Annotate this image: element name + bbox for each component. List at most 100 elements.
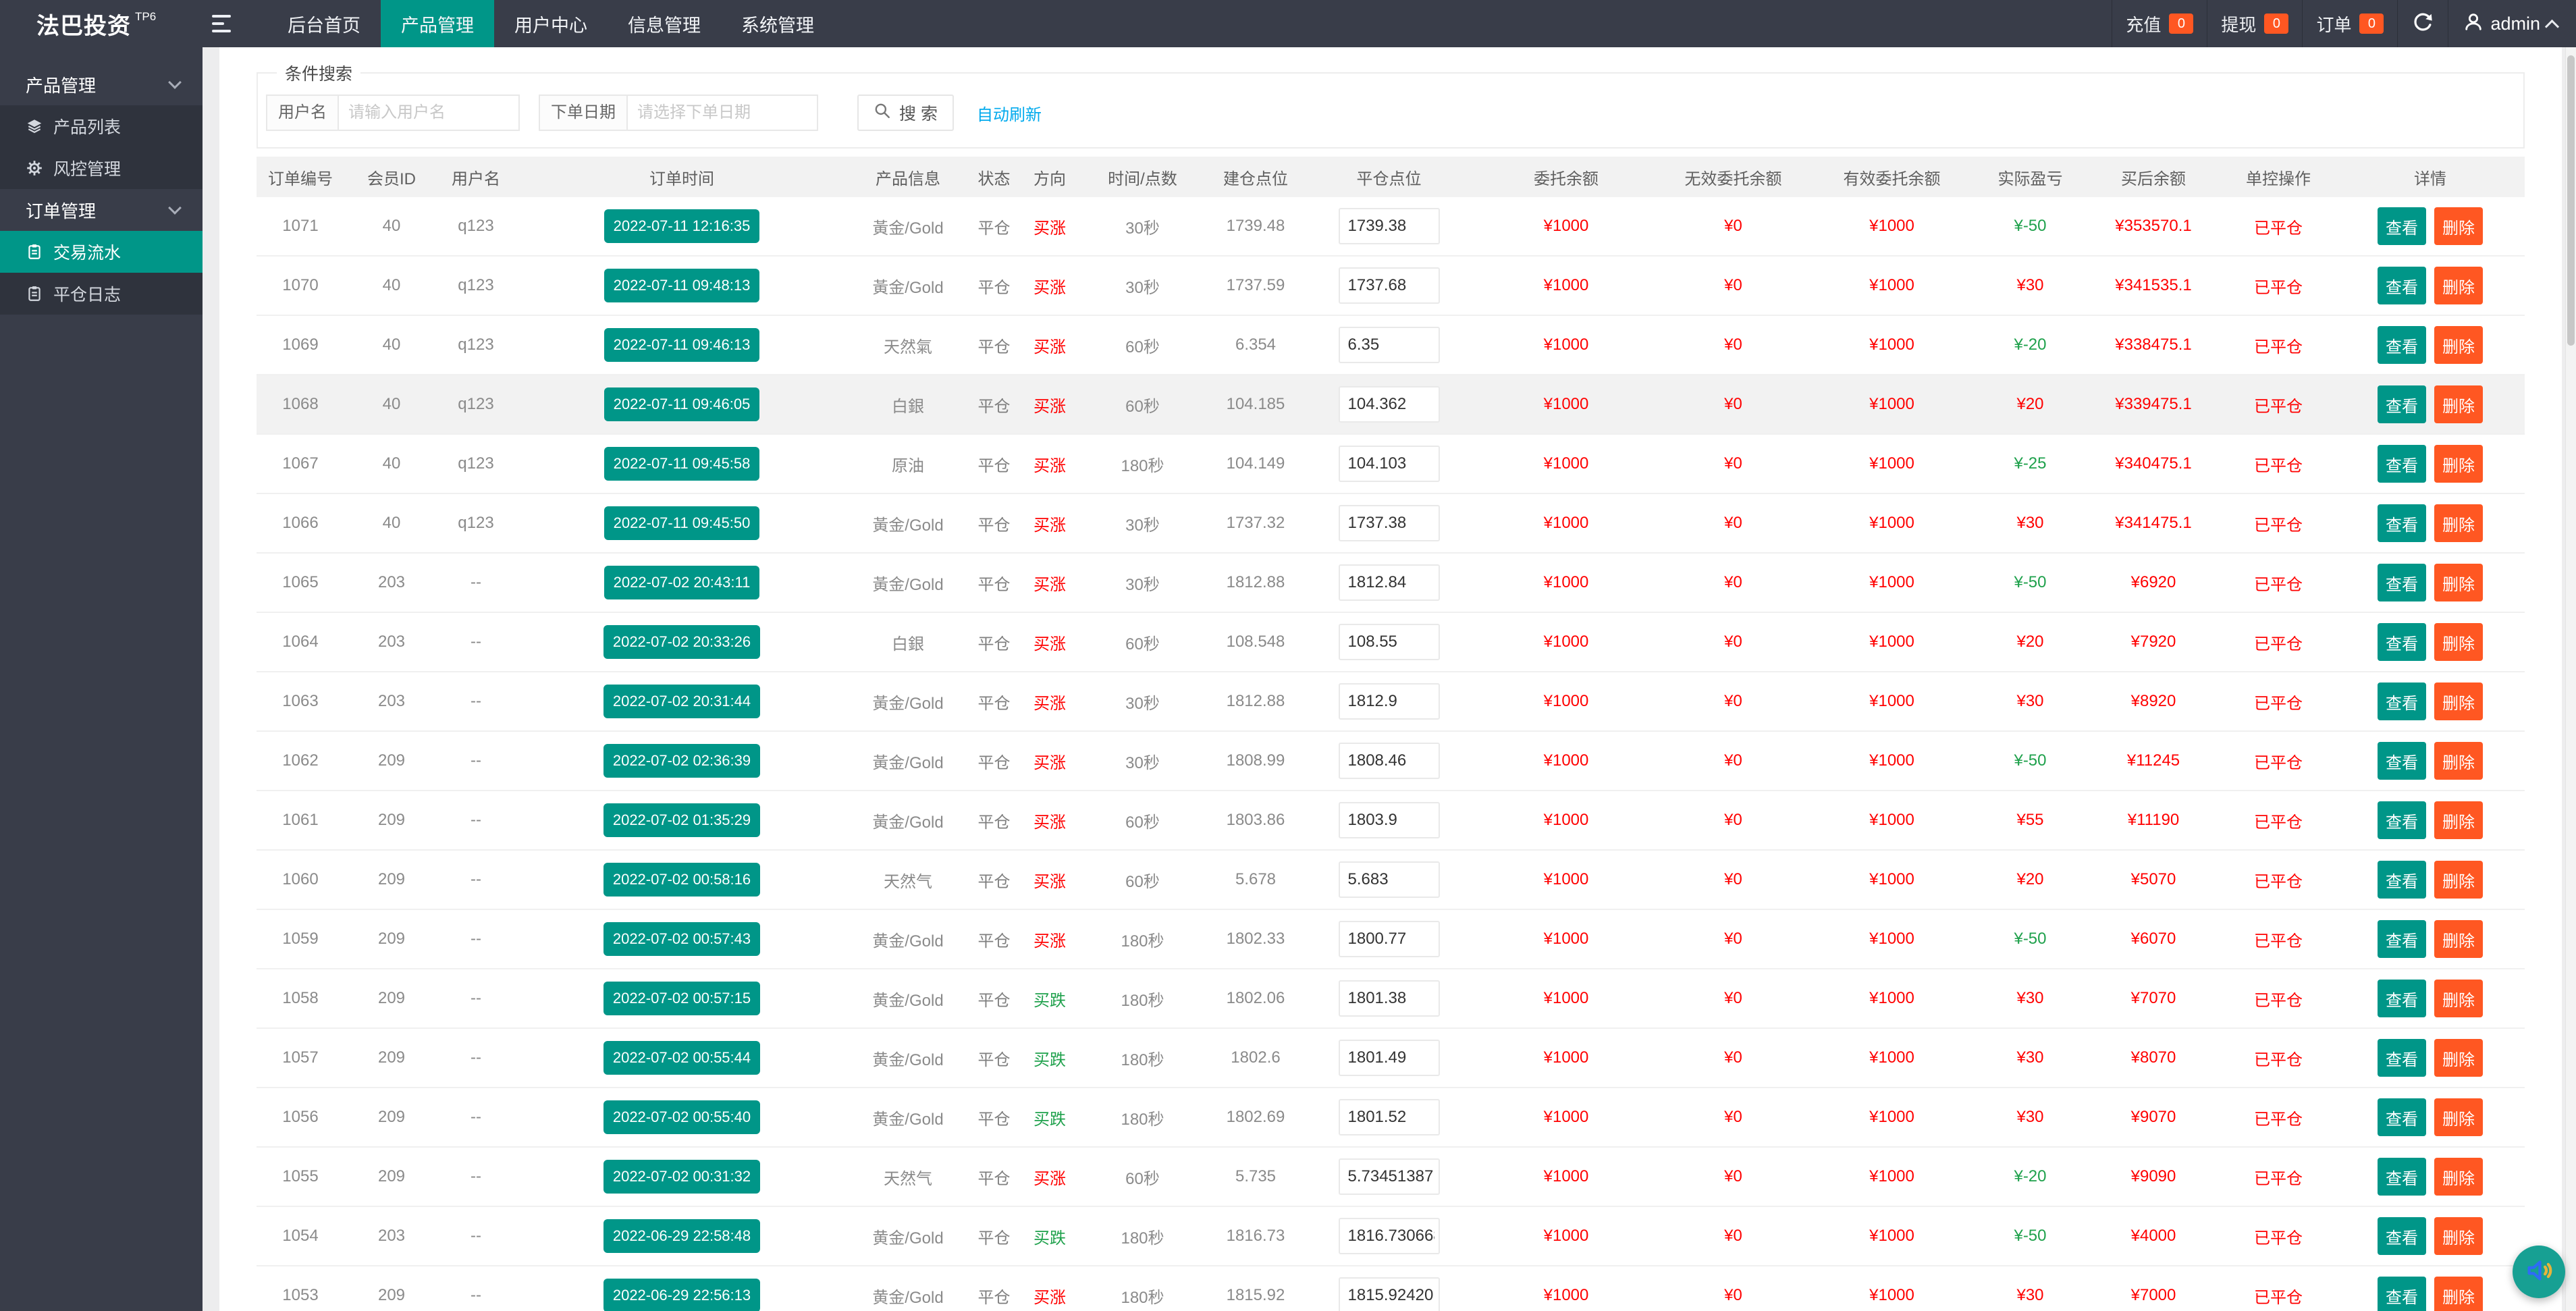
table-row: 1068 40 q123 2022-07-11 09:46:05 白銀 平仓 买… bbox=[257, 375, 2525, 435]
close-point-input[interactable] bbox=[1339, 624, 1440, 660]
view-button[interactable]: 查看 bbox=[2378, 1277, 2426, 1311]
delete-button[interactable]: 删除 bbox=[2434, 683, 2483, 720]
sidebar-item[interactable]: 交易流水 bbox=[0, 231, 203, 273]
actual-profit: ¥-50 bbox=[1975, 751, 2086, 770]
actual-profit: ¥55 bbox=[1975, 811, 2086, 830]
delete-button[interactable]: 删除 bbox=[2434, 980, 2483, 1017]
view-button[interactable]: 查看 bbox=[2378, 683, 2426, 720]
valid-entrust-balance: ¥1000 bbox=[1809, 454, 1975, 473]
delete-button[interactable]: 删除 bbox=[2434, 861, 2483, 899]
table-row: 1064 203 -- 2022-07-02 20:33:26 白銀 平仓 买涨… bbox=[257, 613, 2525, 672]
view-button[interactable]: 查看 bbox=[2378, 1098, 2426, 1136]
delete-button[interactable]: 删除 bbox=[2434, 1098, 2483, 1136]
close-point-input[interactable] bbox=[1339, 802, 1440, 838]
sidebar-item[interactable]: 风控管理 bbox=[0, 147, 203, 189]
sidebar-group-header[interactable]: 订单管理 bbox=[0, 189, 203, 231]
close-point-input[interactable] bbox=[1339, 743, 1440, 779]
delete-button[interactable]: 删除 bbox=[2434, 1039, 2483, 1077]
delete-button[interactable]: 删除 bbox=[2434, 504, 2483, 542]
actual-profit: ¥30 bbox=[1975, 692, 2086, 711]
nav-item[interactable]: 系统管理 bbox=[721, 0, 834, 47]
close-point-input[interactable] bbox=[1339, 446, 1440, 482]
delete-button[interactable]: 删除 bbox=[2434, 920, 2483, 958]
top-header: 法巴投资 TP6 后台首页产品管理用户中心信息管理系统管理 充值 0 提现 0 … bbox=[0, 0, 2576, 47]
view-button[interactable]: 查看 bbox=[2378, 1158, 2426, 1196]
close-point-input[interactable] bbox=[1339, 386, 1440, 423]
view-button[interactable]: 查看 bbox=[2378, 742, 2426, 780]
view-button[interactable]: 查看 bbox=[2378, 801, 2426, 839]
product-info: 天然气 bbox=[851, 1165, 965, 1189]
close-point-input[interactable] bbox=[1339, 1158, 1440, 1195]
view-button[interactable]: 查看 bbox=[2378, 623, 2426, 661]
product-info: 天然气 bbox=[851, 868, 965, 892]
direction: 买跌 bbox=[1023, 1046, 1077, 1070]
view-button[interactable]: 查看 bbox=[2378, 326, 2426, 364]
menu-toggle-icon[interactable] bbox=[212, 0, 255, 47]
refresh-button[interactable] bbox=[2397, 0, 2448, 47]
nav-item[interactable]: 后台首页 bbox=[267, 0, 381, 47]
delete-button[interactable]: 删除 bbox=[2434, 267, 2483, 304]
delete-button[interactable]: 删除 bbox=[2434, 207, 2483, 245]
delete-button[interactable]: 删除 bbox=[2434, 1277, 2483, 1311]
view-button[interactable]: 查看 bbox=[2378, 267, 2426, 304]
delete-button[interactable]: 删除 bbox=[2434, 564, 2483, 601]
delete-button[interactable]: 删除 bbox=[2434, 623, 2483, 661]
view-button[interactable]: 查看 bbox=[2378, 504, 2426, 542]
close-point-input[interactable] bbox=[1339, 208, 1440, 244]
close-point-input[interactable] bbox=[1339, 267, 1440, 304]
view-button[interactable]: 查看 bbox=[2378, 385, 2426, 423]
direction: 买跌 bbox=[1023, 1225, 1077, 1248]
member-id: 209 bbox=[344, 930, 439, 948]
status: 平仓 bbox=[965, 1165, 1023, 1189]
search-button[interactable]: 搜 索 bbox=[857, 95, 954, 131]
close-point-input[interactable] bbox=[1339, 564, 1440, 601]
close-point-input[interactable] bbox=[1339, 921, 1440, 957]
order-date-input[interactable] bbox=[628, 95, 818, 131]
status: 平仓 bbox=[965, 809, 1023, 832]
nav-item[interactable]: 用户中心 bbox=[494, 0, 608, 47]
nav-item-label: 系统管理 bbox=[741, 11, 814, 37]
view-button[interactable]: 查看 bbox=[2378, 564, 2426, 601]
header-stat[interactable]: 提现 0 bbox=[2207, 0, 2302, 47]
view-button[interactable]: 查看 bbox=[2378, 1039, 2426, 1077]
header-stat[interactable]: 订单 0 bbox=[2302, 0, 2397, 47]
view-button[interactable]: 查看 bbox=[2378, 1217, 2426, 1255]
sidebar-item[interactable]: 平仓日志 bbox=[0, 273, 203, 315]
status: 平仓 bbox=[965, 1284, 1023, 1308]
delete-button[interactable]: 删除 bbox=[2434, 801, 2483, 839]
nav-item[interactable]: 信息管理 bbox=[608, 0, 721, 47]
close-point-input[interactable] bbox=[1339, 505, 1440, 541]
delete-button[interactable]: 删除 bbox=[2434, 385, 2483, 423]
close-point-input[interactable] bbox=[1339, 980, 1440, 1017]
close-point-input[interactable] bbox=[1339, 327, 1440, 363]
user-menu[interactable]: admin bbox=[2448, 0, 2576, 47]
sidebar-group-header[interactable]: 产品管理 bbox=[0, 63, 203, 105]
delete-button[interactable]: 删除 bbox=[2434, 742, 2483, 780]
view-button[interactable]: 查看 bbox=[2378, 861, 2426, 899]
username-input[interactable] bbox=[339, 95, 520, 131]
view-button[interactable]: 查看 bbox=[2378, 920, 2426, 958]
vertical-scrollbar[interactable] bbox=[2565, 47, 2576, 1311]
close-point-input[interactable] bbox=[1339, 1040, 1440, 1076]
duration: 180秒 bbox=[1077, 1106, 1208, 1129]
gear-icon bbox=[26, 159, 43, 177]
scrollbar-thumb[interactable] bbox=[2567, 55, 2575, 346]
sound-float-button[interactable] bbox=[2513, 1246, 2565, 1298]
close-point-input[interactable] bbox=[1339, 683, 1440, 720]
delete-button[interactable]: 删除 bbox=[2434, 1158, 2483, 1196]
table-row: 1066 40 q123 2022-07-11 09:45:50 黃金/Gold… bbox=[257, 494, 2525, 554]
close-point-input[interactable] bbox=[1339, 1218, 1440, 1254]
delete-button[interactable]: 删除 bbox=[2434, 1217, 2483, 1255]
view-button[interactable]: 查看 bbox=[2378, 980, 2426, 1017]
delete-button[interactable]: 删除 bbox=[2434, 445, 2483, 483]
view-button[interactable]: 查看 bbox=[2378, 207, 2426, 245]
sidebar-item[interactable]: 产品列表 bbox=[0, 105, 203, 147]
auto-refresh-link[interactable]: 自动刷新 bbox=[977, 101, 1042, 125]
view-button[interactable]: 查看 bbox=[2378, 445, 2426, 483]
close-point-input[interactable] bbox=[1339, 1099, 1440, 1135]
close-point-input[interactable] bbox=[1339, 1277, 1440, 1311]
header-stat[interactable]: 充值 0 bbox=[2112, 0, 2207, 47]
nav-item[interactable]: 产品管理 bbox=[381, 0, 494, 47]
close-point-input[interactable] bbox=[1339, 861, 1440, 898]
delete-button[interactable]: 删除 bbox=[2434, 326, 2483, 364]
